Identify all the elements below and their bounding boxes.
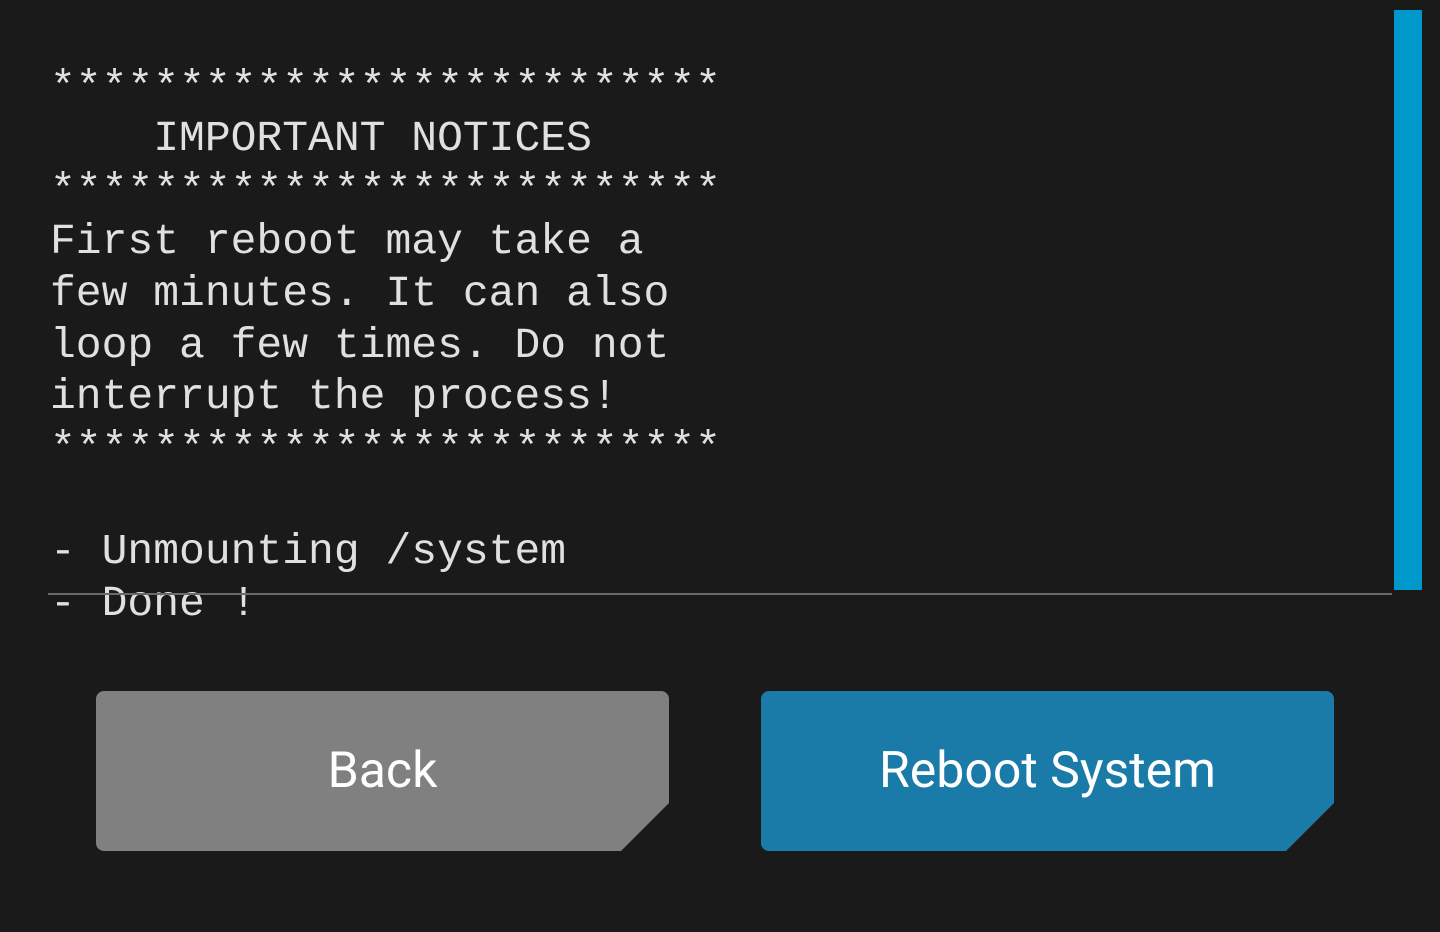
terminal-output: ************************** IMPORTANT NOT… (0, 0, 1440, 649)
terminal-line: few minutes. It can also (50, 269, 669, 318)
terminal-line: - Done ! (50, 579, 256, 628)
terminal-output-container: ************************** IMPORTANT NOT… (0, 0, 1440, 595)
terminal-line: ************************** (50, 424, 721, 473)
terminal-line: First reboot may take a (50, 217, 644, 266)
terminal-line: - Unmounting /system (50, 527, 566, 576)
terminal-line: loop a few times. Do not (50, 321, 669, 370)
scrollbar[interactable] (1394, 8, 1422, 590)
terminal-line: interrupt the process! (50, 372, 618, 421)
back-button[interactable]: Back (96, 691, 669, 851)
terminal-line: ************************** (50, 166, 721, 215)
scrollbar-thumb[interactable] (1394, 10, 1422, 590)
divider (48, 591, 1392, 595)
reboot-button-label: Reboot System (879, 742, 1216, 800)
terminal-line: IMPORTANT NOTICES (50, 114, 592, 163)
reboot-system-button[interactable]: Reboot System (761, 691, 1334, 851)
terminal-line: ************************** (50, 63, 721, 112)
back-button-label: Back (328, 742, 438, 800)
